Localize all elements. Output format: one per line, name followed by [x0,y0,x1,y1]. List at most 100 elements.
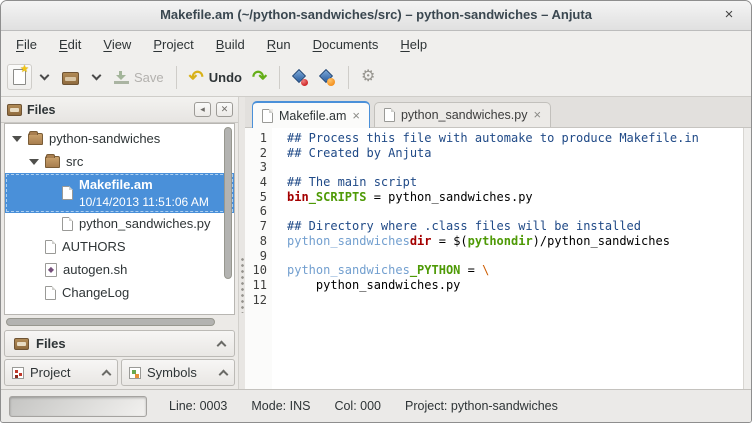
tab-python_sandwiches.py[interactable]: python_sandwiches.py× [374,102,551,127]
swap-header-source-button[interactable] [314,65,341,90]
undo-label: Undo [209,70,242,85]
tree-item-python-sandwiches[interactable]: python-sandwiches [5,127,234,150]
tree-item-label: python-sandwiches [49,130,160,148]
menu-item-view[interactable]: View [92,33,142,56]
tree-item-label: AUTHORS [62,238,126,256]
undo-icon: ↶ [189,69,204,85]
script-icon [45,263,57,277]
tree-item-label: src [66,153,83,171]
symbols-icon [129,367,141,379]
swap-header-source-icon [319,69,336,86]
status-project: Project: python-sandwiches [405,399,558,413]
new-file-button[interactable] [7,64,32,90]
editor-scrollbar-trough[interactable] [743,128,751,389]
tab-close-icon[interactable]: × [352,111,360,121]
line-number: 12 [245,293,267,308]
anjuta-window: Makefile.am (~/python-sandwiches/src) – … [0,0,752,423]
tree-item-labels: ChangeLog [62,284,129,302]
titlebar[interactable]: Makefile.am (~/python-sandwiches/src) – … [1,1,751,31]
close-panel-icon[interactable]: ✕ [216,102,233,117]
project-tab-label: Project [30,365,97,380]
code-content[interactable]: ## Process this file with automake to pr… [272,128,743,389]
code-line: python_sandwiches.py [287,278,743,293]
expander-icon[interactable] [29,159,39,165]
open-file-dropdown[interactable] [84,68,109,86]
progress-bar [9,396,147,417]
tab-close-icon[interactable]: × [533,110,541,120]
code-line [287,204,743,219]
menu-item-file[interactable]: File [5,33,48,56]
folder-icon [28,133,43,145]
document-tabstrip: Makefile.am×python_sandwiches.py× [245,97,751,128]
line-number: 9 [245,249,267,264]
goto-definition-button[interactable] [287,65,314,90]
tree-item-labels: autogen.sh [63,261,127,279]
tree-item-python_sandwiches.py[interactable]: python_sandwiches.py [5,213,234,236]
open-file-button[interactable] [57,66,84,89]
tree-item-label: Makefile.am [79,176,209,194]
vertical-scrollbar[interactable] [224,127,232,279]
minimize-panel-icon[interactable]: ◂ [194,102,211,117]
tree-item-labels: python_sandwiches.py [79,215,211,233]
menu-item-edit[interactable]: Edit [48,33,92,56]
window-close-icon[interactable]: × [719,5,739,25]
main-area: Files ◂ ✕ python-sandwiches src Makefile.a… [1,97,751,389]
line-number: 4 [245,175,267,190]
tree-item-labels: python-sandwiches [49,130,160,148]
open-folder-icon [62,72,79,85]
new-file-dropdown[interactable] [32,68,57,86]
line-number: 3 [245,160,267,175]
code-editor[interactable]: 123456789101112 ## Process this file wit… [245,128,751,389]
code-line: bin_SCRIPTS = python_sandwiches.py [287,190,743,205]
tree-item-label: autogen.sh [63,261,127,279]
redo-icon: ↷ [252,69,267,85]
dock-tabs: Project Symbols [4,359,235,386]
tab-Makefile.am[interactable]: Makefile.am × [252,101,370,128]
files-panel-title: Files [27,103,189,117]
line-number: 5 [245,190,267,205]
save-label: Save [134,70,164,85]
menu-item-help[interactable]: Help [389,33,438,56]
editor-area: Makefile.am×python_sandwiches.py× 123456… [245,97,751,389]
menu-item-build[interactable]: Build [205,33,256,56]
line-number-gutter: 123456789101112 [245,128,272,389]
menubar: FileEditViewProjectBuildRunDocumentsHelp [1,31,751,58]
menu-item-project[interactable]: Project [142,33,204,56]
window-title: Makefile.am (~/python-sandwiches/src) – … [1,7,751,22]
tab-label: Makefile.am [279,109,346,123]
tree-item-Makefile.am[interactable]: Makefile.am10/14/2013 11:51:06 AM [5,173,234,213]
status-line: Line: 0003 [169,399,227,413]
tree-item-labels: src [66,153,83,171]
pane-resize-handle[interactable] [238,97,245,389]
file-icon [45,286,56,300]
preferences-button[interactable]: ⚙ [356,65,380,89]
line-number: 8 [245,234,267,249]
redo-button[interactable]: ↷ [247,65,272,89]
files-panel-header: Files ◂ ✕ [1,97,238,123]
tree-item-autogen.sh[interactable]: autogen.sh [5,259,234,282]
goto-definition-icon [292,69,309,86]
dock-tab-project[interactable]: Project [4,359,118,386]
menu-item-run[interactable]: Run [256,33,302,56]
tree-item-AUTHORS[interactable]: AUTHORS [5,236,234,259]
toolbar-separator [348,66,349,89]
chevron-down-icon [40,71,50,81]
line-number: 11 [245,278,267,293]
horizontal-scrollbar[interactable] [6,318,233,326]
undo-button[interactable]: ↶ Undo [184,65,247,89]
menu-item-documents[interactable]: Documents [302,33,390,56]
scrollbar-thumb[interactable] [6,318,215,326]
files-dock-label: Files [36,336,211,351]
code-line: ## The main script [287,175,743,190]
save-button[interactable]: Save [109,66,169,89]
files-dock-bar[interactable]: Files [4,330,235,357]
tree-item-src[interactable]: src [5,150,234,173]
file-icon [262,109,273,123]
dock-tab-symbols[interactable]: Symbols [121,359,235,386]
file-icon [62,217,73,231]
file-tree: python-sandwiches src Makefile.am10/14/201… [4,123,235,315]
chevron-up-icon [102,370,112,380]
code-line [287,293,743,308]
tree-item-ChangeLog[interactable]: ChangeLog [5,282,234,305]
expander-icon[interactable] [12,136,22,142]
